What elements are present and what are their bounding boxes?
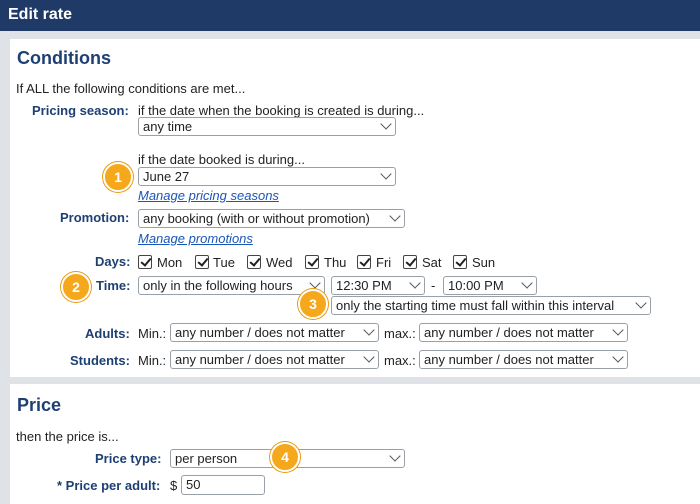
day-checkbox-mon[interactable] xyxy=(138,255,152,269)
adults-min-select[interactable]: any number / does not matter xyxy=(170,323,379,342)
created-season-select[interactable]: any time xyxy=(138,117,396,136)
day-label-thu: Thu xyxy=(324,255,347,270)
price-per-adult-input[interactable]: 50 xyxy=(181,475,265,495)
booked-season-select[interactable]: June 27 xyxy=(138,167,396,186)
adults-min-label: Min.: xyxy=(138,326,167,341)
students-min-label: Min.: xyxy=(138,353,167,368)
days-label: Days: xyxy=(95,254,131,269)
day-label-tue: Tue xyxy=(213,255,235,270)
time-separator: - xyxy=(431,278,436,293)
promotion-label: Promotion: xyxy=(60,210,130,225)
title-bar: Edit rate xyxy=(0,0,700,31)
adults-max-label: max.: xyxy=(384,326,416,341)
chevron-down-icon xyxy=(635,297,647,309)
promotion-select[interactable]: any booking (with or without promotion) xyxy=(138,209,405,228)
manage-promotions-link[interactable]: Manage promotions xyxy=(138,231,253,246)
chevron-down-icon xyxy=(521,277,533,289)
students-label: Students: xyxy=(70,353,130,368)
students-max-value: any number / does not matter xyxy=(424,352,594,367)
adults-min-value: any number / does not matter xyxy=(175,325,345,340)
interval-rule-select[interactable]: only the starting time must fall within … xyxy=(331,296,651,315)
students-max-label: max.: xyxy=(384,353,416,368)
window-title: Edit rate xyxy=(8,6,73,23)
chevron-down-icon xyxy=(612,324,624,336)
conditions-intro: If ALL the following conditions are met.… xyxy=(16,81,246,96)
created-season-value: any time xyxy=(143,119,193,134)
price-type-value: per person xyxy=(175,451,238,466)
chevron-down-icon xyxy=(380,118,392,130)
start-time-select[interactable]: 12:30 PM xyxy=(331,276,425,295)
conditions-heading: Conditions xyxy=(17,48,111,68)
callout-badge-2: 2 xyxy=(61,272,91,302)
day-label-sat: Sat xyxy=(422,255,442,270)
price-intro: then the price is... xyxy=(16,429,119,444)
day-checkbox-sat[interactable] xyxy=(403,255,417,269)
interval-rule-value: only the starting time must fall within … xyxy=(336,298,615,313)
manage-pricing-seasons-link[interactable]: Manage pricing seasons xyxy=(138,188,279,203)
price-per-adult-label: * Price per adult: xyxy=(57,478,161,493)
promotion-value: any booking (with or without promotion) xyxy=(143,211,370,226)
end-time-select[interactable]: 10:00 PM xyxy=(443,276,537,295)
currency-symbol: $ xyxy=(170,478,178,493)
time-label: Time: xyxy=(96,278,131,293)
day-checkbox-wed[interactable] xyxy=(247,255,261,269)
callout-badge-1: 1 xyxy=(103,162,133,192)
adults-max-select[interactable]: any number / does not matter xyxy=(419,323,628,342)
callout-badge-3: 3 xyxy=(298,289,328,319)
chevron-down-icon xyxy=(389,450,401,462)
students-min-select[interactable]: any number / does not matter xyxy=(170,350,379,369)
chevron-down-icon xyxy=(409,277,421,289)
adults-label: Adults: xyxy=(85,326,130,341)
chevron-down-icon xyxy=(612,351,624,363)
day-checkbox-sun[interactable] xyxy=(453,255,467,269)
booked-date-text: if the date booked is during... xyxy=(138,152,305,167)
callout-badge-4: 4 xyxy=(270,442,300,472)
booked-season-value: June 27 xyxy=(143,169,190,184)
pricing-season-label: Pricing season: xyxy=(32,103,129,118)
time-mode-value: only in the following hours xyxy=(143,278,293,293)
price-type-label: Price type: xyxy=(95,451,162,466)
created-date-text: if the date when the booking is created … xyxy=(138,103,425,118)
start-time-value: 12:30 PM xyxy=(336,278,392,293)
chevron-down-icon xyxy=(363,324,375,336)
chevron-down-icon xyxy=(363,351,375,363)
day-checkbox-thu[interactable] xyxy=(305,255,319,269)
time-mode-select[interactable]: only in the following hours xyxy=(138,276,325,295)
day-checkbox-tue[interactable] xyxy=(195,255,209,269)
students-max-select[interactable]: any number / does not matter xyxy=(419,350,628,369)
adults-max-value: any number / does not matter xyxy=(424,325,594,340)
day-label-wed: Wed xyxy=(266,255,293,270)
price-heading: Price xyxy=(17,395,62,415)
end-time-value: 10:00 PM xyxy=(448,278,504,293)
day-label-sun: Sun xyxy=(472,255,496,270)
students-min-value: any number / does not matter xyxy=(175,352,345,367)
chevron-down-icon xyxy=(380,168,392,180)
chevron-down-icon xyxy=(309,277,321,289)
chevron-down-icon xyxy=(389,210,401,222)
day-label-fri: Fri xyxy=(376,255,392,270)
day-checkbox-fri[interactable] xyxy=(357,255,371,269)
day-label-mon: Mon xyxy=(157,255,183,270)
